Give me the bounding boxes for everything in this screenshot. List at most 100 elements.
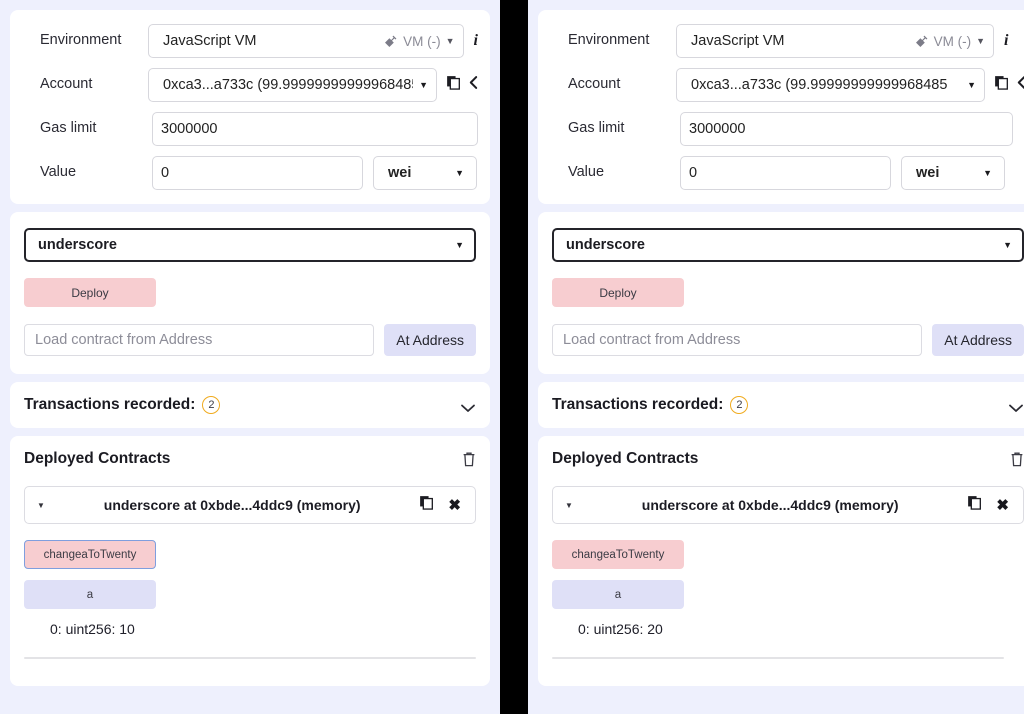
environment-value: JavaScript VM	[163, 33, 257, 49]
deployed-contract-name: underscore at 0xbde...4ddc9 (memory)	[103, 497, 361, 513]
deployed-contracts-header: Deployed Contracts	[24, 450, 476, 468]
environment-row: Environment JavaScript VM VM (-) ▼ i	[550, 24, 1024, 58]
account-label: Account	[568, 76, 621, 93]
copy-icon[interactable]	[994, 75, 1009, 95]
deploy-card: underscore ▼ Deploy Load contract from A…	[10, 212, 490, 374]
account-value: 0xca3...a733c (99.99999999999968485	[163, 77, 414, 93]
gas-limit-input[interactable]: 3000000	[152, 112, 478, 146]
info-icon[interactable]: i	[474, 32, 478, 50]
settings-card: Environment JavaScript VM VM (-) ▼ i Acc…	[10, 10, 490, 204]
gas-limit-input[interactable]: 3000000	[680, 112, 1013, 146]
environment-status-text: VM (-)	[933, 33, 972, 49]
account-select[interactable]: 0xca3...a733c (99.99999999999968485 ▼	[676, 68, 985, 102]
deployed-contract-name: underscore at 0xbde...4ddc9 (memory)	[641, 497, 899, 513]
value-row: Value 0 wei ▼	[550, 156, 1024, 190]
info-icon[interactable]: i	[1004, 32, 1008, 50]
gas-limit-value: 3000000	[689, 121, 746, 137]
chevron-down-icon: ▼	[1003, 239, 1012, 250]
deployed-contracts-card: Deployed Contracts ▼ underscore at 0xbde…	[538, 436, 1024, 686]
function-result: 0: uint256: 10	[50, 621, 135, 637]
gas-limit-value: 3000000	[161, 121, 218, 137]
transactions-header: Transactions recorded: 2	[552, 396, 1024, 414]
value-label: Value	[568, 164, 605, 181]
deployed-contract-icons: ✖	[419, 495, 461, 515]
transactions-count-badge: 2	[202, 396, 221, 414]
deployed-contracts-title: Deployed Contracts	[24, 450, 171, 467]
chevron-down-icon[interactable]	[1008, 400, 1024, 412]
deploy-button[interactable]: Deploy	[24, 278, 156, 307]
panel-after-scroll: Environment JavaScript VM VM (-) ▼ i Acc…	[528, 0, 1024, 694]
environment-select[interactable]: JavaScript VM VM (-) ▼	[148, 24, 464, 58]
value-input[interactable]: 0	[680, 156, 891, 190]
at-address-row: Load contract from Address At Address	[24, 324, 476, 356]
deploy-button[interactable]: Deploy	[552, 278, 684, 307]
account-icons	[994, 75, 1024, 95]
chevron-down-icon[interactable]	[460, 400, 476, 412]
trash-icon[interactable]	[1010, 451, 1024, 467]
contract-select-value: underscore	[566, 237, 645, 253]
deployed-contract-icons: ✖	[967, 495, 1009, 515]
transactions-count-badge: 2	[730, 396, 749, 414]
environment-row: Environment JavaScript VM VM (-) ▼ i	[22, 24, 478, 58]
contract-select[interactable]: underscore ▼	[24, 228, 476, 262]
value-amount: 0	[161, 165, 170, 181]
trash-icon[interactable]	[462, 451, 476, 467]
transactions-title: Transactions recorded:	[24, 396, 196, 413]
caret-right-icon[interactable]: ▼	[565, 501, 573, 510]
environment-status: VM (-) ▼	[382, 33, 455, 49]
value-input[interactable]: 0	[152, 156, 363, 190]
chevron-left-icon[interactable]	[1017, 75, 1024, 95]
chevron-down-icon: ▼	[455, 167, 464, 178]
environment-value: JavaScript VM	[691, 33, 785, 49]
at-address-button[interactable]: At Address	[932, 324, 1024, 356]
dual-panel-comparison: Environment JavaScript VM VM (-) ▼ i Acc…	[0, 0, 1024, 714]
transactions-header: Transactions recorded: 2	[24, 396, 476, 414]
environment-select[interactable]: JavaScript VM VM (-) ▼	[676, 24, 994, 58]
contract-select-value: underscore	[38, 237, 117, 253]
deployed-contract-row[interactable]: ▼ underscore at 0xbde...4ddc9 (memory) ✖	[24, 486, 476, 524]
function-button-a[interactable]: a	[552, 580, 684, 609]
function-button-changeatotwenty[interactable]: changeaToTwenty	[24, 540, 156, 569]
load-contract-address-input[interactable]: Load contract from Address	[24, 324, 375, 356]
chevron-down-icon: ▼	[455, 239, 464, 250]
transactions-title-group: Transactions recorded: 2	[552, 396, 749, 414]
deployed-contract-row[interactable]: ▼ underscore at 0xbde...4ddc9 (memory) ✖	[552, 486, 1024, 524]
account-icons	[446, 75, 478, 95]
value-unit-select[interactable]: wei ▼	[373, 156, 477, 190]
chevron-down-icon: ▼	[976, 35, 985, 46]
transactions-card[interactable]: Transactions recorded: 2	[10, 382, 490, 428]
function-button-changeatotwenty[interactable]: changeaToTwenty	[552, 540, 684, 569]
function-button-a[interactable]: a	[24, 580, 156, 609]
value-amount: 0	[689, 165, 698, 181]
copy-icon[interactable]	[419, 495, 434, 515]
deployed-contracts-header: Deployed Contracts	[552, 450, 1024, 468]
gas-limit-label: Gas limit	[568, 120, 625, 137]
value-unit-select[interactable]: wei ▼	[901, 156, 1005, 190]
at-address-button[interactable]: At Address	[384, 324, 476, 356]
account-select[interactable]: 0xca3...a733c (99.99999999999968485 ▼	[148, 68, 437, 102]
chevron-down-icon: ▼	[419, 79, 428, 90]
gas-limit-row: Gas limit 3000000	[550, 112, 1024, 146]
copy-icon[interactable]	[967, 495, 982, 515]
transactions-title: Transactions recorded:	[552, 396, 724, 413]
environment-status-text: VM (-)	[403, 33, 441, 49]
at-address-row: Load contract from Address At Address	[552, 324, 1024, 356]
chevron-left-icon[interactable]	[469, 75, 478, 95]
deploy-card: underscore ▼ Deploy Load contract from A…	[538, 212, 1024, 374]
load-contract-address-input[interactable]: Load contract from Address	[552, 324, 923, 356]
transactions-card[interactable]: Transactions recorded: 2	[538, 382, 1024, 428]
close-icon[interactable]: ✖	[448, 498, 461, 513]
environment-status: VM (-) ▼	[913, 34, 985, 49]
gas-limit-row: Gas limit 3000000	[22, 112, 478, 146]
contract-select[interactable]: underscore ▼	[552, 228, 1024, 262]
chevron-down-icon: ▼	[983, 167, 992, 178]
value-label: Value	[40, 164, 77, 181]
close-icon[interactable]: ✖	[996, 498, 1009, 513]
caret-right-icon[interactable]: ▼	[37, 501, 45, 510]
environment-label: Environment	[40, 32, 122, 49]
gas-limit-label: Gas limit	[40, 120, 97, 137]
copy-icon[interactable]	[446, 75, 461, 95]
panel-after: Environment JavaScript VM VM (-) ▼ i Acc…	[528, 0, 1024, 714]
settings-card: Environment JavaScript VM VM (-) ▼ i Acc…	[538, 10, 1024, 204]
account-row: Account 0xca3...a733c (99.99999999999968…	[550, 68, 1024, 102]
